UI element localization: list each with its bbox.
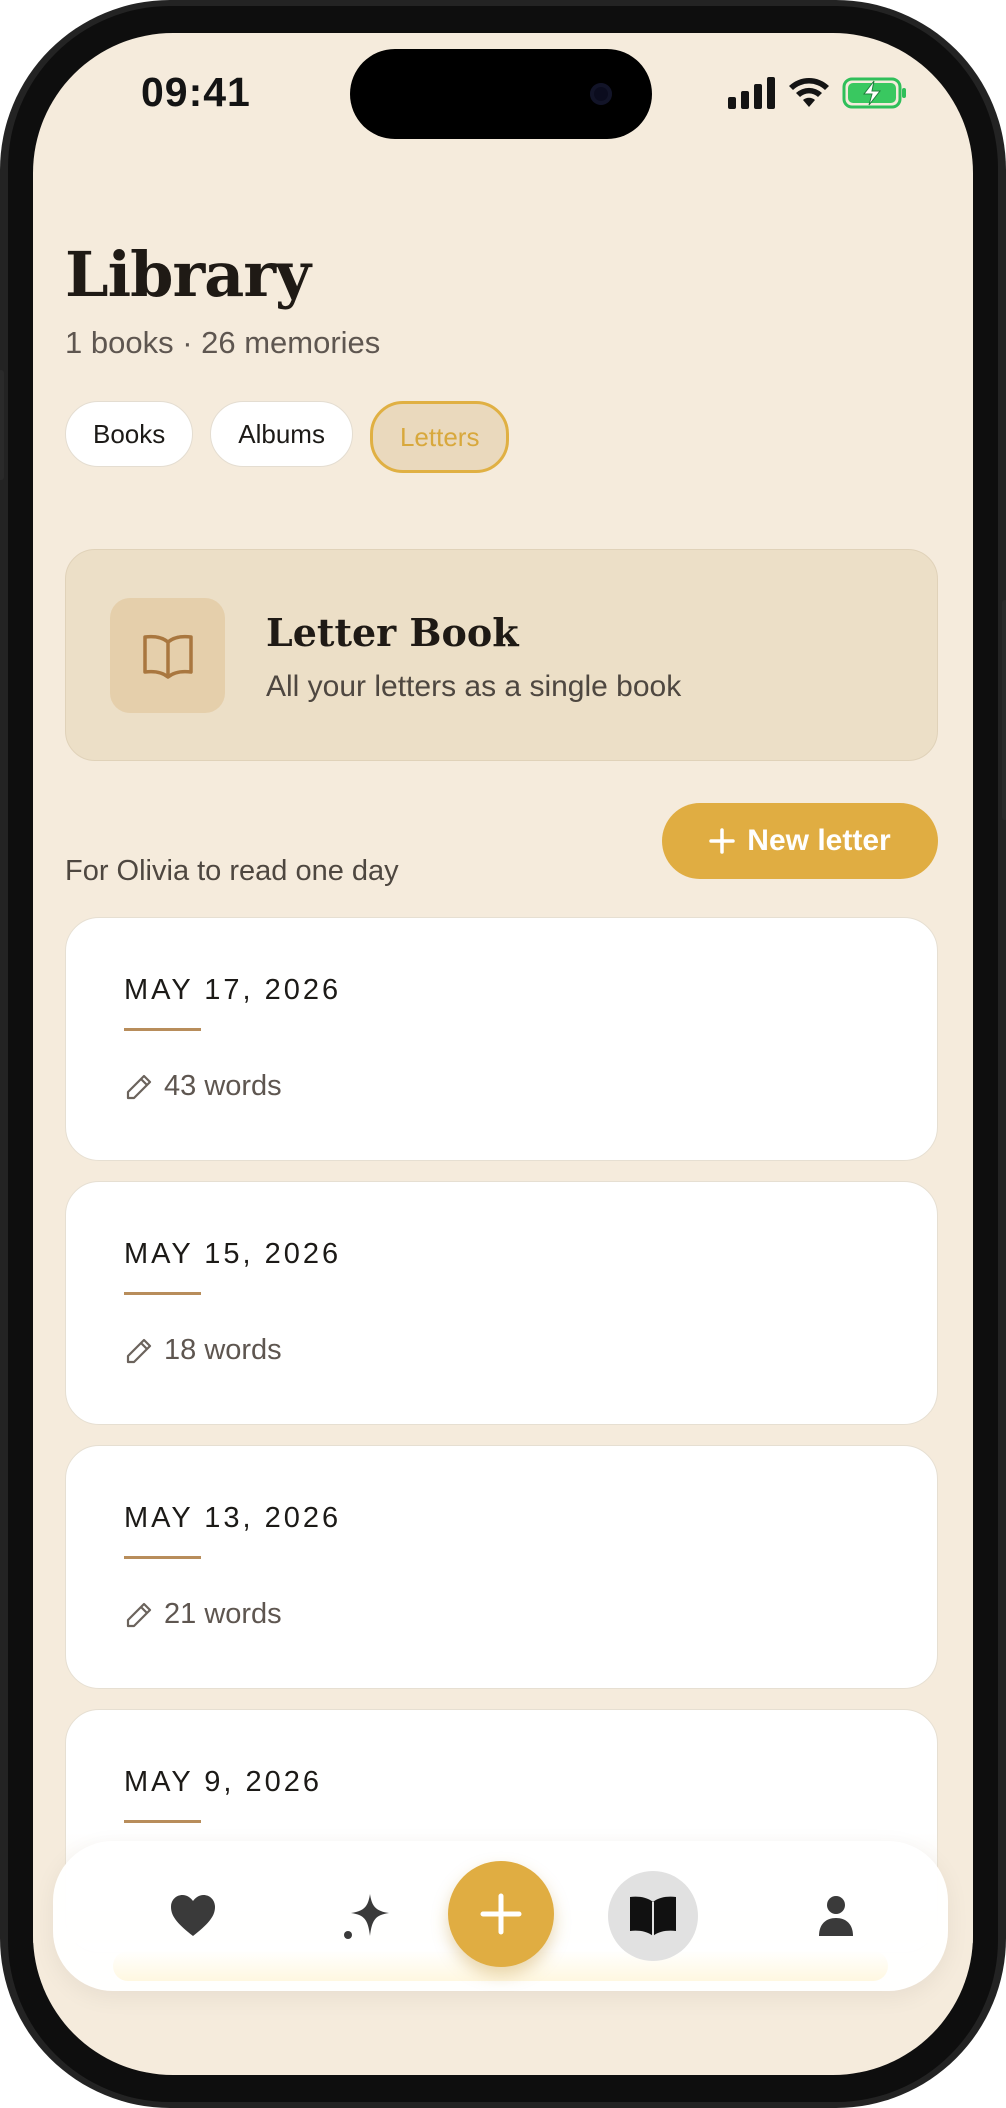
pencil-icon: [126, 1074, 152, 1099]
book-icon: [630, 1896, 676, 1936]
nav-sparkle-button[interactable]: [321, 1871, 411, 1961]
status-time: 09:41: [141, 69, 251, 115]
letter-divider: [124, 1292, 201, 1295]
sparkle-icon: [344, 1894, 389, 1939]
open-book-icon: [142, 634, 193, 679]
letter-word-count: 18 words: [164, 1334, 282, 1366]
dynamic-island: [350, 49, 652, 139]
volume-button: [0, 370, 4, 480]
letter-card[interactable]: MAY 15, 2026 18 words: [65, 1181, 938, 1425]
phone-frame: 09:41 Library 1 books · 26 memories Book…: [0, 0, 1006, 2108]
tab-albums[interactable]: Albums: [210, 401, 353, 467]
letter-book-title: Letter Book: [266, 610, 519, 655]
bottom-nav: [53, 1841, 948, 1991]
filter-tabs: Books Albums Letters: [65, 401, 510, 473]
heart-icon: [171, 1895, 215, 1936]
tab-letters[interactable]: Letters: [369, 401, 510, 473]
page-subtitle: 1 books · 26 memories: [65, 325, 381, 360]
letter-book-subtitle: All your letters as a single book: [266, 670, 682, 703]
wifi-icon: [789, 78, 829, 107]
signal-icon: [728, 77, 775, 109]
letter-divider: [124, 1028, 201, 1031]
nav-add-button[interactable]: [448, 1861, 554, 1967]
letter-date: MAY 15, 2026: [124, 1238, 342, 1270]
letter-word-count: 43 words: [164, 1070, 282, 1102]
pencil-icon: [126, 1602, 152, 1627]
letter-meta: 43 words: [124, 1070, 282, 1103]
letter-meta: 18 words: [124, 1334, 282, 1367]
nav-library-button[interactable]: [608, 1871, 698, 1961]
pencil-icon: [126, 1338, 152, 1363]
status-icons: [728, 77, 908, 109]
battery-charging-icon: [842, 77, 906, 109]
letter-divider: [124, 1556, 201, 1559]
page-title: Library: [65, 238, 311, 311]
person-icon: [819, 1896, 853, 1936]
letter-book-card[interactable]: Letter Book All your letters as a single…: [65, 549, 938, 761]
nav-heart-button[interactable]: [148, 1871, 238, 1961]
letter-card[interactable]: MAY 17, 2026 43 words: [65, 917, 938, 1161]
letter-divider: [124, 1820, 201, 1823]
app-screen: 09:41 Library 1 books · 26 memories Book…: [33, 33, 973, 2075]
camera-icon: [590, 83, 612, 105]
new-letter-label: New letter: [747, 824, 891, 857]
letter-meta: 21 words: [124, 1598, 282, 1631]
book-icon-box: [110, 598, 225, 713]
letter-card[interactable]: MAY 13, 2026 21 words: [65, 1445, 938, 1689]
section-label: For Olivia to read one day: [65, 855, 399, 887]
plus-icon: [709, 828, 736, 854]
letter-date: MAY 9, 2026: [124, 1766, 322, 1798]
plus-icon: [480, 1893, 522, 1935]
power-button: [1002, 600, 1006, 820]
nav-profile-button[interactable]: [791, 1871, 881, 1961]
tab-books[interactable]: Books: [65, 401, 194, 467]
new-letter-button[interactable]: New letter: [662, 803, 938, 879]
letter-date: MAY 13, 2026: [124, 1502, 342, 1534]
letter-date: MAY 17, 2026: [124, 974, 342, 1006]
letter-word-count: 21 words: [164, 1598, 282, 1630]
